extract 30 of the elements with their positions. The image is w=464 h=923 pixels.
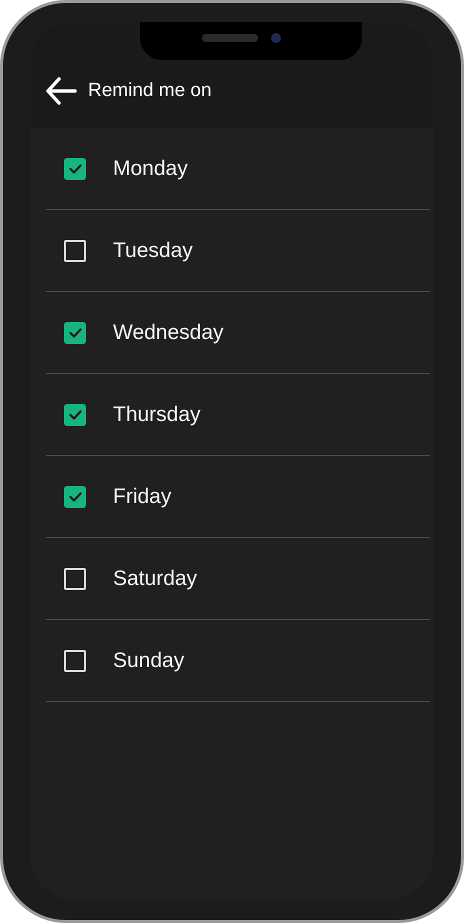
check-icon [68,164,82,174]
day-label: Wednesday [113,320,224,346]
camera-lens [271,33,281,43]
day-row[interactable]: Friday [46,456,430,538]
day-row[interactable]: Monday [46,128,430,210]
day-label: Monday [113,156,188,182]
day-checkbox[interactable] [64,322,86,344]
day-label: Saturday [113,566,198,592]
page-title: Remind me on [88,78,212,103]
day-checkbox[interactable] [64,404,86,426]
check-icon [68,328,82,338]
check-icon [68,410,82,420]
day-label: Thursday [113,402,201,428]
day-checkbox[interactable] [64,568,86,590]
back-button[interactable] [44,74,78,108]
check-icon [68,492,82,502]
back-arrow-icon [45,77,77,105]
day-label: Sunday [113,648,184,674]
day-row[interactable]: Wednesday [46,292,430,374]
day-row[interactable]: Thursday [46,374,430,456]
day-checkbox[interactable] [64,486,86,508]
day-row[interactable]: Saturday [46,538,430,620]
day-row[interactable]: Tuesday [46,210,430,292]
day-row[interactable]: Sunday [46,620,430,702]
day-label: Tuesday [113,238,193,264]
day-checkbox[interactable] [64,158,86,180]
day-checkbox[interactable] [64,240,86,262]
day-label: Friday [113,484,172,510]
day-checkbox[interactable] [64,650,86,672]
speaker-grille [202,34,258,42]
